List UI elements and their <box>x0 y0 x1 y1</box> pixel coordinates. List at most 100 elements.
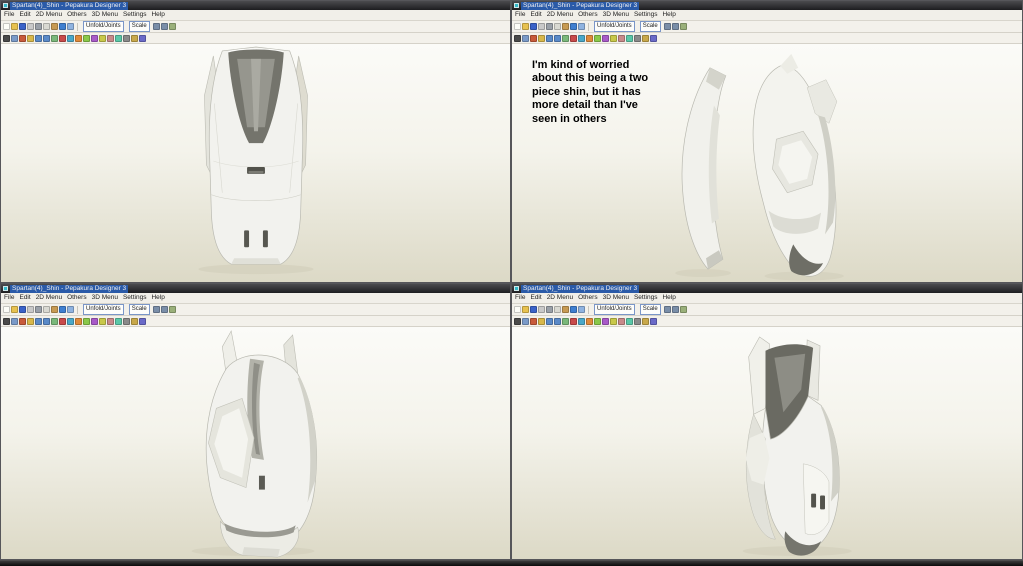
fit-view-icon[interactable] <box>51 317 58 325</box>
copy-icon[interactable] <box>554 306 561 313</box>
menu-2d[interactable]: 2D Menu <box>547 10 573 20</box>
title-bar[interactable]: Spartan(4)_Shin - Pepakura Designer 3 <box>512 284 1022 293</box>
texture-view-icon[interactable] <box>626 317 633 325</box>
zoom-in-icon[interactable] <box>35 34 42 42</box>
redo-icon[interactable] <box>578 23 585 30</box>
menu-settings[interactable]: Settings <box>634 293 658 303</box>
menu-2d[interactable]: 2D Menu <box>36 10 62 20</box>
texture-view-icon[interactable] <box>626 34 633 42</box>
material-settings-icon[interactable] <box>650 34 657 42</box>
pan-view-icon[interactable] <box>538 317 545 325</box>
ruler-icon[interactable] <box>131 34 138 42</box>
edge-select-icon[interactable] <box>59 34 66 42</box>
redo-icon[interactable] <box>578 306 585 313</box>
cut-icon[interactable] <box>546 23 553 30</box>
title-bar[interactable]: Spartan(4)_Shin - Pepakura Designer 3 <box>512 1 1022 10</box>
open-edge-icon[interactable] <box>586 317 593 325</box>
open-edge-icon[interactable] <box>75 34 82 42</box>
rotate-right-icon[interactable] <box>671 306 679 313</box>
open-edge-icon[interactable] <box>75 317 82 325</box>
rotate-view-icon[interactable] <box>530 317 537 325</box>
menu-help[interactable]: Help <box>662 10 675 20</box>
menu-settings[interactable]: Settings <box>123 10 147 20</box>
title-bar[interactable]: Spartan(4)_Shin - Pepakura Designer 3 <box>1 1 510 10</box>
box-select-icon[interactable] <box>522 34 529 42</box>
menu-edit[interactable]: Edit <box>19 10 30 20</box>
open-edge-icon[interactable] <box>586 34 593 42</box>
zoom-in-icon[interactable] <box>546 317 553 325</box>
fit-view-icon[interactable] <box>562 317 569 325</box>
rotate-left-icon[interactable] <box>152 23 160 30</box>
menu-help[interactable]: Help <box>662 293 675 303</box>
box-select-icon[interactable] <box>11 317 18 325</box>
edge-select-icon[interactable] <box>59 317 66 325</box>
texture-view-icon[interactable] <box>115 34 122 42</box>
viewport-3d-shin-front[interactable] <box>1 44 510 282</box>
menu-help[interactable]: Help <box>151 10 164 20</box>
edge-select-icon[interactable] <box>570 317 577 325</box>
menu-file[interactable]: File <box>4 293 14 303</box>
menu-3d[interactable]: 3D Menu <box>603 10 629 20</box>
grid-toggle-icon[interactable] <box>123 317 130 325</box>
ruler-icon[interactable] <box>642 34 649 42</box>
menu-settings[interactable]: Settings <box>634 10 658 20</box>
reset-view-icon[interactable] <box>168 306 176 313</box>
box-select-icon[interactable] <box>11 34 18 42</box>
add-flap-icon[interactable] <box>610 317 617 325</box>
zoom-out-icon[interactable] <box>554 34 561 42</box>
save-icon[interactable] <box>19 306 26 313</box>
zoom-in-icon[interactable] <box>35 317 42 325</box>
copy-icon[interactable] <box>43 23 50 30</box>
open-icon[interactable] <box>522 23 529 30</box>
redo-icon[interactable] <box>67 23 74 30</box>
zoom-out-icon[interactable] <box>43 317 50 325</box>
pan-view-icon[interactable] <box>538 34 545 42</box>
copy-icon[interactable] <box>43 306 50 313</box>
title-bar[interactable]: Spartan(4)_Shin - Pepakura Designer 3 <box>1 284 510 293</box>
cut-icon[interactable] <box>546 306 553 313</box>
rotate-right-icon[interactable] <box>160 23 168 30</box>
face-select-icon[interactable] <box>67 317 74 325</box>
copy-icon[interactable] <box>554 23 561 30</box>
new-file-icon[interactable] <box>514 23 521 30</box>
save-icon[interactable] <box>530 23 537 30</box>
save-icon[interactable] <box>530 306 537 313</box>
zoom-out-icon[interactable] <box>43 34 50 42</box>
rotate-right-icon[interactable] <box>671 23 679 30</box>
fit-view-icon[interactable] <box>51 34 58 42</box>
zoom-out-icon[interactable] <box>554 317 561 325</box>
add-flap-icon[interactable] <box>99 34 106 42</box>
open-icon[interactable] <box>11 23 18 30</box>
save-icon[interactable] <box>19 23 26 30</box>
face-select-icon[interactable] <box>578 317 585 325</box>
join-edge-icon[interactable] <box>594 317 601 325</box>
viewport-3d-shin-three-quarter[interactable] <box>1 327 510 559</box>
rotate-left-icon[interactable] <box>663 306 671 313</box>
new-file-icon[interactable] <box>3 23 10 30</box>
viewport-3d-shin-exploded[interactable]: I'm kind of worried about this being a t… <box>512 44 1022 282</box>
menu-file[interactable]: File <box>4 10 14 20</box>
menu-others[interactable]: Others <box>578 293 598 303</box>
menu-edit[interactable]: Edit <box>530 10 541 20</box>
menu-others[interactable]: Others <box>578 10 598 20</box>
zoom-in-icon[interactable] <box>546 34 553 42</box>
menu-file[interactable]: File <box>515 10 525 20</box>
unfold-joints-button[interactable]: Unfold/Joints <box>83 304 124 315</box>
print-icon[interactable] <box>27 306 34 313</box>
menu-3d[interactable]: 3D Menu <box>603 293 629 303</box>
menu-edit[interactable]: Edit <box>19 293 30 303</box>
ruler-icon[interactable] <box>131 317 138 325</box>
remove-flap-icon[interactable] <box>107 317 114 325</box>
unfold-joints-button[interactable]: Unfold/Joints <box>83 21 124 32</box>
menu-file[interactable]: File <box>515 293 525 303</box>
reset-view-icon[interactable] <box>168 23 176 30</box>
rotate-right-icon[interactable] <box>160 306 168 313</box>
reset-view-icon[interactable] <box>679 23 687 30</box>
material-settings-icon[interactable] <box>139 317 146 325</box>
rotate-view-icon[interactable] <box>530 34 537 42</box>
grid-toggle-icon[interactable] <box>634 317 641 325</box>
select-arrow-icon[interactable] <box>514 34 521 42</box>
add-flap-icon[interactable] <box>99 317 106 325</box>
windows-taskbar[interactable] <box>0 560 1023 566</box>
grid-toggle-icon[interactable] <box>123 34 130 42</box>
